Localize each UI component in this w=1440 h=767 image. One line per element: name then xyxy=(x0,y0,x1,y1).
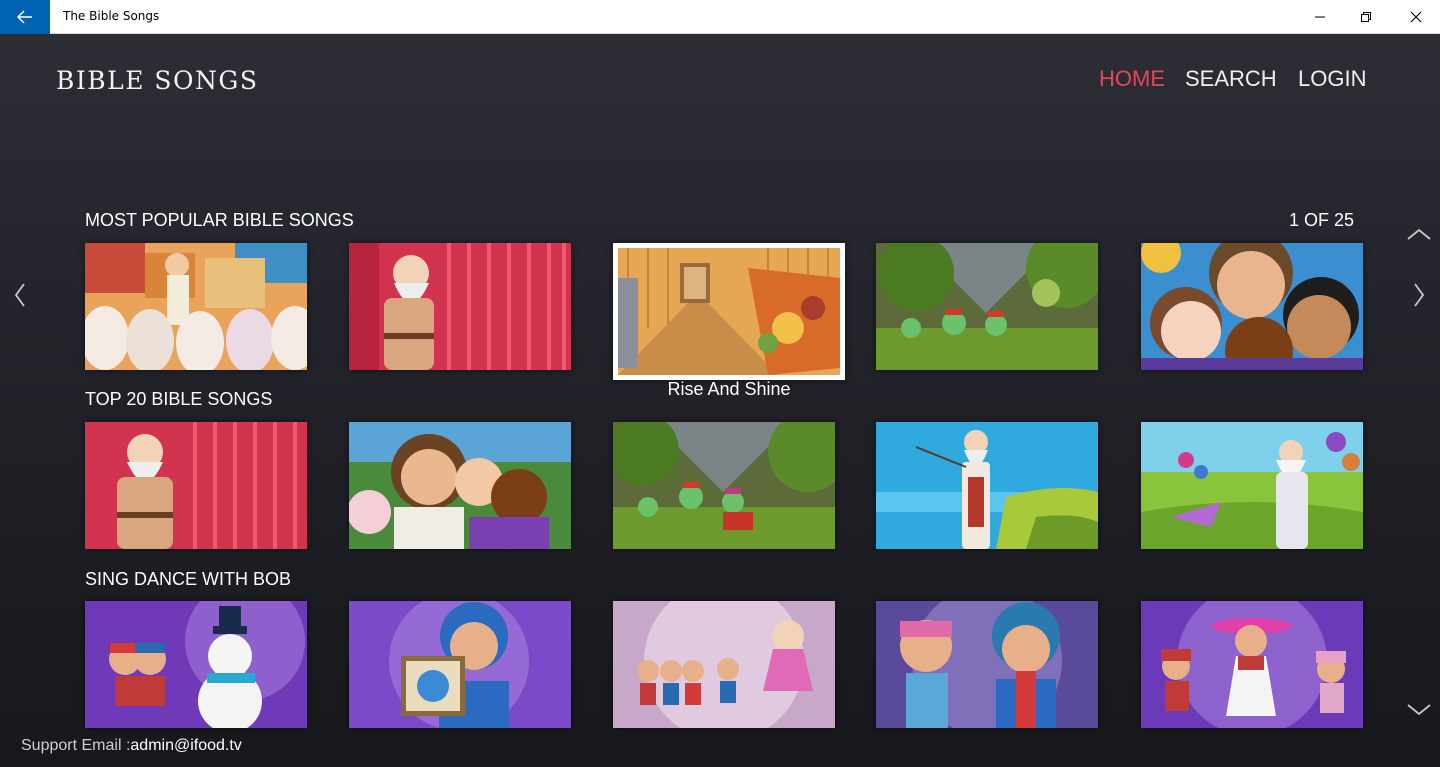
scroll-up-button[interactable] xyxy=(1406,226,1432,247)
minimize-icon xyxy=(1315,16,1325,18)
page-indicator: 1 OF 25 xyxy=(1289,210,1355,230)
thumbnail-caption: Rise And Shine xyxy=(667,379,791,399)
scroll-right-button[interactable] xyxy=(1411,282,1427,313)
video-thumbnail[interactable] xyxy=(349,601,571,728)
restore-icon xyxy=(1361,12,1371,22)
app-logo[interactable]: BIBLE SONGS xyxy=(56,66,259,95)
scroll-down-button[interactable] xyxy=(1406,702,1432,723)
video-thumbnail[interactable] xyxy=(613,601,835,728)
section-title-most-popular: MOST POPULAR BIBLE SONGS xyxy=(85,210,354,230)
video-thumbnail[interactable] xyxy=(1141,243,1363,370)
video-thumbnail[interactable] xyxy=(1141,601,1363,728)
video-thumbnail[interactable] xyxy=(876,422,1098,549)
video-thumbnail[interactable] xyxy=(349,243,571,370)
back-button[interactable] xyxy=(0,0,50,34)
app-content: BIBLE SONGS HOME SEARCH LOGIN MOST POPUL… xyxy=(0,34,1440,767)
video-thumbnail[interactable] xyxy=(1141,422,1363,549)
section-title-top-20: TOP 20 BIBLE SONGS xyxy=(85,389,273,409)
restore-button[interactable] xyxy=(1343,0,1389,34)
video-thumbnail-selected[interactable] xyxy=(613,243,845,380)
chevron-down-icon xyxy=(1407,704,1431,716)
chevron-left-icon xyxy=(14,283,25,307)
chevron-up-icon xyxy=(1407,228,1431,240)
minimize-button[interactable] xyxy=(1297,0,1343,34)
video-thumbnail[interactable] xyxy=(613,422,835,549)
scroll-left-button[interactable] xyxy=(12,282,28,313)
support-email-line: Support Email :admin@ifood.tv xyxy=(21,737,242,755)
close-button[interactable] xyxy=(1393,0,1439,34)
video-thumbnail[interactable] xyxy=(85,243,307,370)
video-thumbnail[interactable] xyxy=(85,601,307,728)
video-thumbnail[interactable] xyxy=(349,422,571,549)
window-title: The Bible Songs xyxy=(63,9,160,23)
section-title-sing-dance-bob: SING DANCE WITH BOB xyxy=(85,569,292,589)
support-email-link[interactable]: admin@ifood.tv xyxy=(130,737,241,754)
support-email-label: Support Email : xyxy=(21,737,131,754)
close-icon xyxy=(1410,11,1422,23)
video-thumbnail[interactable] xyxy=(85,422,307,549)
window-titlebar: The Bible Songs xyxy=(0,0,1440,34)
nav-home[interactable]: HOME xyxy=(1099,66,1165,92)
chevron-right-icon xyxy=(1414,283,1425,307)
arrow-left-icon xyxy=(17,10,32,24)
video-thumbnail[interactable] xyxy=(876,243,1098,370)
nav-search[interactable]: SEARCH xyxy=(1185,66,1277,92)
nav-login[interactable]: LOGIN xyxy=(1298,66,1366,92)
video-thumbnail[interactable] xyxy=(876,601,1098,728)
